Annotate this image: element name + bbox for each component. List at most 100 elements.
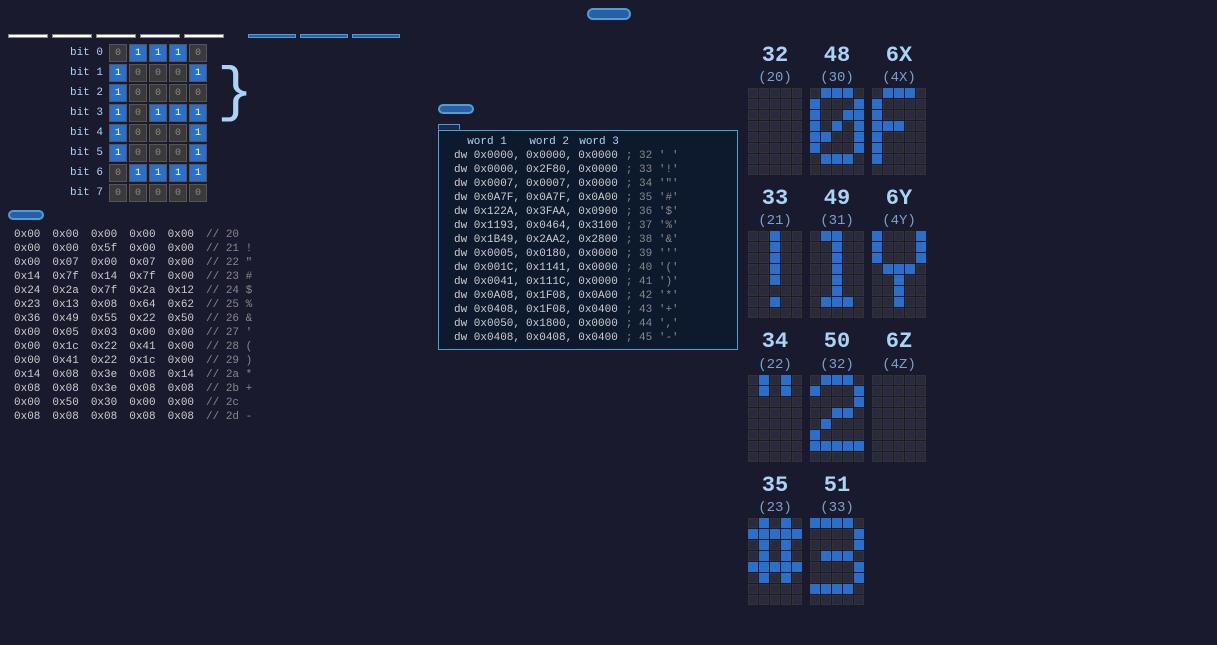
middle-panel: word 1 word 2 word 3 dw 0x0000,0x0000,0x… — [438, 44, 738, 637]
bit-row-bit3: bit 310111 — [68, 104, 207, 122]
pixel — [854, 253, 864, 263]
bit-cell: 0 — [169, 64, 187, 82]
pixel — [854, 308, 864, 318]
pixel — [810, 308, 820, 318]
pixel — [792, 408, 802, 418]
char-grid — [810, 375, 864, 462]
pixel — [905, 441, 915, 451]
pixel — [872, 264, 882, 274]
out-col-word1 — [443, 135, 451, 149]
pixel — [916, 242, 926, 252]
bit-cell: 1 — [189, 124, 207, 142]
pixel — [872, 165, 882, 175]
cell-byte: 0x36 — [8, 312, 46, 326]
char-sub: (31) — [820, 213, 854, 229]
bit-cell: 0 — [149, 144, 167, 162]
pixel — [843, 88, 853, 98]
pixel — [854, 286, 864, 296]
pixel — [810, 584, 820, 594]
pixel — [770, 430, 780, 440]
bit-row-bit5: bit 510001 — [68, 144, 207, 162]
bit-cell: 0 — [129, 184, 147, 202]
pixel — [810, 154, 820, 164]
pixel — [905, 264, 915, 274]
pixel — [843, 452, 853, 462]
cell-comment: // 28 ( — [200, 340, 258, 354]
pixel — [854, 441, 864, 451]
pixel — [843, 253, 853, 263]
pixel — [810, 132, 820, 142]
byte5-group — [184, 32, 224, 38]
char-grid — [872, 88, 926, 175]
pixel — [832, 573, 842, 583]
pixel — [916, 253, 926, 263]
pixel — [770, 143, 780, 153]
cell-word: 0x0000 — [575, 261, 623, 275]
cell-word: dw 0x0005, — [451, 247, 523, 261]
byte4-value — [140, 34, 180, 38]
pixel — [810, 529, 820, 539]
bit-cell: 0 — [189, 44, 207, 62]
cell-byte: 0x22 — [85, 354, 123, 368]
pixel — [759, 88, 769, 98]
pixel — [883, 408, 893, 418]
output-header-row: word 1 word 2 word 3 — [443, 135, 682, 149]
pixel — [894, 143, 904, 153]
cell-comment: ; 33 '!' — [623, 163, 682, 177]
pixel — [872, 154, 882, 164]
pixel — [770, 165, 780, 175]
bit-cell: 0 — [129, 84, 147, 102]
cell-comment: // 2c — [200, 396, 258, 410]
pixel — [832, 88, 842, 98]
pixel — [916, 419, 926, 429]
pixel — [759, 165, 769, 175]
pixel — [854, 110, 864, 120]
pixel — [854, 231, 864, 241]
pixel — [905, 132, 915, 142]
cell-word: 0x0180, — [523, 247, 575, 261]
cell-byte: 0x00 — [8, 340, 46, 354]
pixel — [843, 551, 853, 561]
pixel — [821, 231, 831, 241]
table-row: 0x080x080x3e0x080x08// 2b + — [8, 382, 258, 396]
pixel — [916, 408, 926, 418]
tab-asm[interactable] — [438, 124, 460, 130]
pixel — [854, 584, 864, 594]
pixel — [854, 88, 864, 98]
pixel — [883, 419, 893, 429]
cell-word: 0x0A00 — [575, 289, 623, 303]
byte4-group — [140, 32, 180, 38]
pixel — [854, 375, 864, 385]
pixel — [883, 441, 893, 451]
pixel — [810, 275, 820, 285]
pixel — [748, 397, 758, 407]
pixel — [748, 121, 758, 131]
cell-word: 0x1F08, — [523, 303, 575, 317]
cell-byte: 0x08 — [162, 410, 200, 424]
pixel — [792, 573, 802, 583]
pixel — [781, 441, 791, 451]
pixel — [832, 595, 842, 605]
cell-word: 0x0900 — [575, 205, 623, 219]
pixel — [916, 275, 926, 285]
char-grid — [810, 231, 864, 318]
pixel — [821, 242, 831, 252]
word3-value — [352, 34, 400, 38]
cell-word: 0x3FAA, — [523, 205, 575, 219]
pixel — [832, 419, 842, 429]
pixel — [854, 397, 864, 407]
input-label-row — [8, 210, 428, 220]
brace-note-area: } — [217, 64, 259, 124]
char-grid — [810, 88, 864, 175]
pixel — [832, 286, 842, 296]
cell-empty — [443, 177, 451, 191]
bit-row-bit6: bit 601111 — [68, 164, 207, 182]
pixel — [843, 540, 853, 550]
cell-byte: 0x03 — [85, 326, 123, 340]
pixel — [843, 286, 853, 296]
bit-cell: 1 — [189, 144, 207, 162]
pixel — [843, 584, 853, 594]
cell-byte: 0x14 — [85, 270, 123, 284]
bit-row-label: bit 0 — [68, 47, 103, 59]
cell-byte: 0x08 — [85, 298, 123, 312]
